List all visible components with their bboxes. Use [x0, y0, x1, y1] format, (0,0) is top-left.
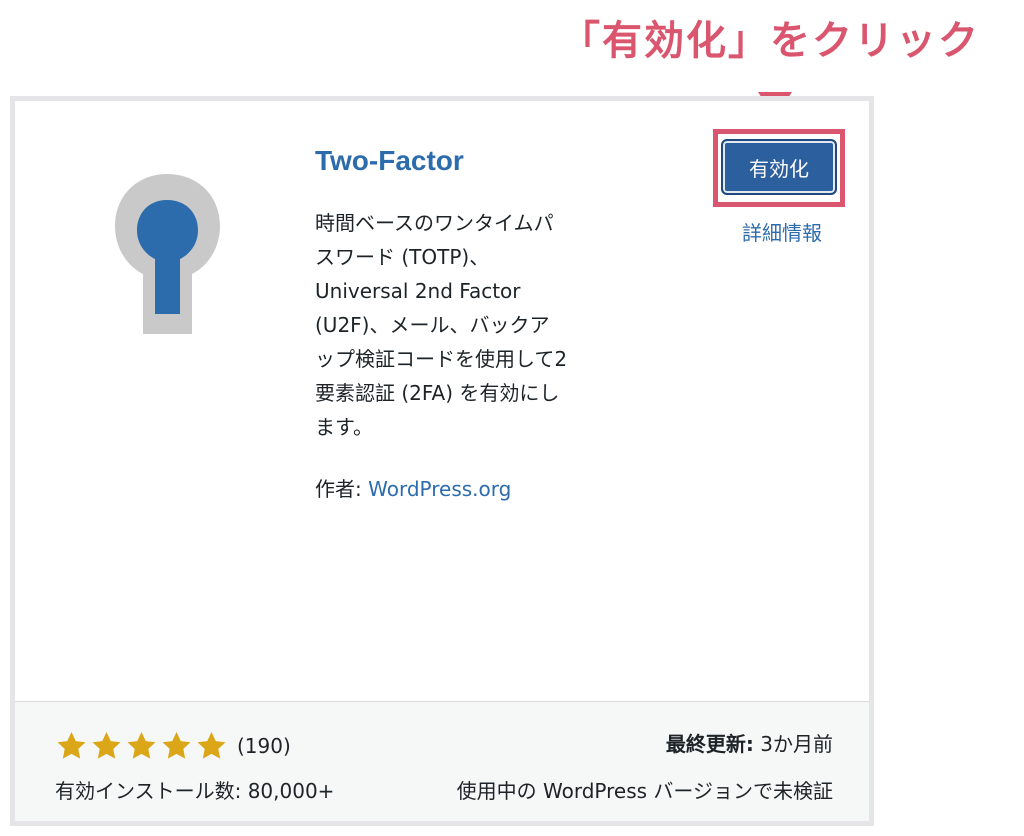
star-icon — [197, 732, 226, 759]
last-updated-value: 3か月前 — [760, 732, 833, 756]
last-updated: 最終更新: 3か月前 — [666, 728, 833, 757]
compatibility-status: 使用中の WordPress バージョンで未検証 — [456, 779, 833, 803]
description-line: (U2F)、メール、バックア — [315, 313, 550, 337]
plugin-author: 作者: WordPress.org — [315, 473, 511, 502]
active-installs: 有効インストール数: 80,000+ — [55, 779, 335, 803]
description-line: ップ検証コードを使用して2 — [315, 347, 568, 371]
description-line: ます。 — [315, 415, 373, 439]
activate-button[interactable]: 有効化 — [721, 139, 837, 195]
star-icon — [57, 732, 86, 759]
more-details-link[interactable]: 詳細情報 — [742, 217, 822, 246]
plugin-card-footer: (190) 最終更新: 3か月前 有効インストール数: 80,000+ 使用中の… — [15, 702, 869, 821]
description-line: 要素認証 (2FA) を有効にし — [315, 381, 560, 405]
star-icon — [92, 732, 121, 759]
plugin-card: Two-Factor 時間ベースのワンタイムパ スワード (TOTP)、 Uni… — [10, 96, 874, 826]
plugin-card-body: Two-Factor 時間ベースのワンタイムパ スワード (TOTP)、 Uni… — [15, 101, 869, 702]
plugin-description: 時間ベースのワンタイムパ スワード (TOTP)、 Universal 2nd … — [315, 206, 615, 444]
instruction-annotation: 「有効化」をクリック — [560, 18, 980, 64]
last-updated-label: 最終更新: — [665, 732, 754, 756]
plugin-title[interactable]: Two-Factor — [315, 145, 464, 177]
keyhole-icon — [115, 174, 220, 334]
description-line: Universal 2nd Factor — [315, 279, 521, 303]
author-link[interactable]: WordPress.org — [368, 477, 511, 501]
star-rating — [55, 730, 228, 762]
star-icon — [127, 732, 156, 759]
star-icon — [162, 732, 191, 759]
author-label: 作者: — [315, 477, 362, 501]
rating-count: (190) — [237, 734, 291, 758]
description-line: スワード (TOTP)、 — [315, 245, 490, 269]
description-line: 時間ベースのワンタイムパ — [315, 211, 554, 235]
